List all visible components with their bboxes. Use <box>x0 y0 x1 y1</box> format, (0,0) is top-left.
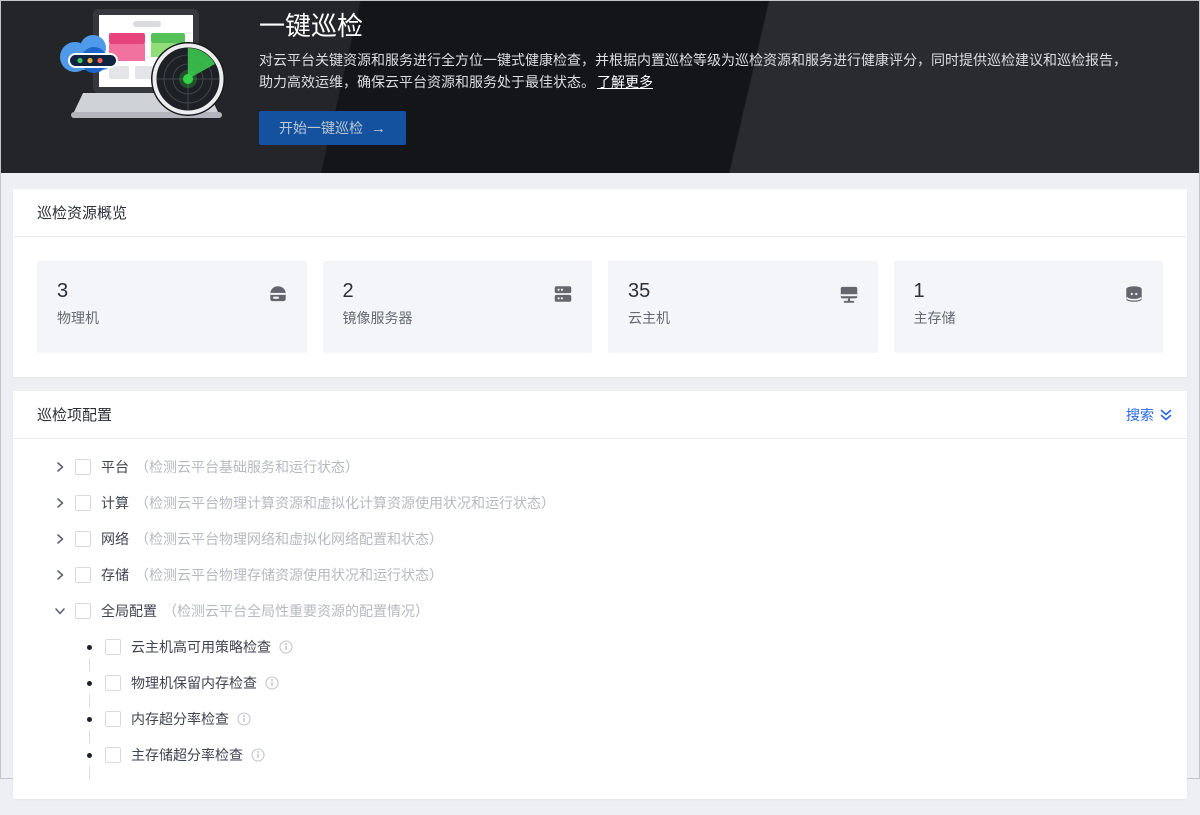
group-label: 平台 <box>101 457 129 477</box>
info-icon[interactable] <box>279 640 293 654</box>
start-inspection-button[interactable]: 开始一键巡检 → <box>259 111 406 145</box>
laptop-radar-cloud-illustration <box>53 3 243 131</box>
item-checkbox[interactable] <box>105 747 121 763</box>
tree-group-network: 网络 （检测云平台物理网络和虚拟化网络配置和状态） <box>13 521 1163 557</box>
stat-card-cloud-host: 35 云主机 <box>608 261 878 353</box>
group-checkbox[interactable] <box>75 567 91 583</box>
group-description: （检测云平台基础服务和运行状态） <box>135 457 359 477</box>
item-label: 主存储超分率检查 <box>131 745 243 765</box>
stat-label: 云主机 <box>628 308 858 328</box>
group-label: 存储 <box>101 565 129 585</box>
learn-more-link[interactable]: 了解更多 <box>597 74 653 90</box>
tree-item-primary-storage-overcommit-check: 主存储超分率检查 <box>13 737 1163 773</box>
group-label: 计算 <box>101 493 129 513</box>
stat-label: 物理机 <box>57 308 287 328</box>
stat-label: 镜像服务器 <box>343 308 573 328</box>
bullet-icon <box>87 717 92 722</box>
group-checkbox[interactable] <box>75 603 91 619</box>
item-checkbox[interactable] <box>105 711 121 727</box>
hero-description: 对云平台关键资源和服务进行全方位一键式健康检查，并根据内置巡检等级为巡检资源和服… <box>259 49 1137 93</box>
stat-card-image-server: 2 镜像服务器 <box>323 261 593 353</box>
double-chevron-down-icon <box>1159 408 1173 422</box>
tree-group-global-config: 全局配置 （检测云平台全局性重要资源的配置情况） <box>13 593 1163 629</box>
hero-description-text: 对云平台关键资源和服务进行全方位一键式健康检查，并根据内置巡检等级为巡检资源和服… <box>259 52 1127 90</box>
info-icon[interactable] <box>265 676 279 690</box>
stat-card-physical-machine: 3 物理机 <box>37 261 307 353</box>
stat-value: 35 <box>628 278 858 304</box>
info-icon[interactable] <box>251 748 265 762</box>
group-description: （检测云平台全局性重要资源的配置情况） <box>163 601 429 621</box>
tree-item-vm-ha-policy-check: 云主机高可用策略检查 <box>13 629 1163 665</box>
group-description: （检测云平台物理存储资源使用状况和运行状态） <box>135 565 443 585</box>
inspection-tree: 平台 （检测云平台基础服务和运行状态） 计算 （检测云平台物理计算资源和虚拟化计… <box>13 439 1187 799</box>
chevron-right-icon[interactable] <box>53 496 67 510</box>
inspection-config-header: 巡检项配置 搜索 <box>13 391 1187 439</box>
inspection-config-title: 巡检项配置 <box>37 404 112 425</box>
group-label: 网络 <box>101 529 129 549</box>
cloud-host-icon <box>838 283 860 305</box>
chevron-right-icon[interactable] <box>53 460 67 474</box>
stat-card-primary-storage: 1 主存储 <box>894 261 1164 353</box>
page-body: 巡检资源概览 3 物理机 2 镜像服务器 35 云主机 <box>1 173 1199 815</box>
chevron-right-icon[interactable] <box>53 568 67 582</box>
tree-item-memory-overcommit-check: 内存超分率检查 <box>13 701 1163 737</box>
bullet-icon <box>87 645 92 650</box>
item-label: 云主机高可用策略检查 <box>131 637 271 657</box>
chevron-down-icon[interactable] <box>53 604 67 618</box>
stat-value: 3 <box>57 278 287 304</box>
stat-value: 2 <box>343 278 573 304</box>
stat-label: 主存储 <box>914 308 1144 328</box>
page-title: 一键巡检 <box>259 9 1159 43</box>
group-description: （检测云平台物理网络和虚拟化网络配置和状态） <box>135 529 443 549</box>
physical-machine-icon <box>267 283 289 305</box>
tree-group-storage: 存储 （检测云平台物理存储资源使用状况和运行状态） <box>13 557 1163 593</box>
bullet-icon <box>87 753 92 758</box>
item-label: 物理机保留内存检查 <box>131 673 257 693</box>
item-label: 内存超分率检查 <box>131 709 229 729</box>
group-description: （检测云平台物理计算资源和虚拟化计算资源使用状况和运行状态） <box>135 493 555 513</box>
group-label: 全局配置 <box>101 601 157 621</box>
item-checkbox[interactable] <box>105 675 121 691</box>
inspection-config-card: 巡检项配置 搜索 平台 （检测云平台基础服务和运行状态） 计算 （检测云平台物理… <box>13 391 1187 799</box>
tree-group-platform: 平台 （检测云平台基础服务和运行状态） <box>13 449 1163 485</box>
group-checkbox[interactable] <box>75 531 91 547</box>
group-checkbox[interactable] <box>75 459 91 475</box>
hero-banner: 一键巡检 对云平台关键资源和服务进行全方位一键式健康检查，并根据内置巡检等级为巡… <box>1 1 1199 173</box>
image-server-icon <box>552 283 574 305</box>
group-checkbox[interactable] <box>75 495 91 511</box>
item-checkbox[interactable] <box>105 639 121 655</box>
stat-value: 1 <box>914 278 1144 304</box>
search-toggle-label: 搜索 <box>1126 405 1154 425</box>
resource-overview-title: 巡检资源概览 <box>37 202 127 223</box>
search-toggle-link[interactable]: 搜索 <box>1126 405 1173 425</box>
start-inspection-button-label: 开始一键巡检 <box>279 118 363 138</box>
tree-item-host-reserved-memory-check: 物理机保留内存检查 <box>13 665 1163 701</box>
resource-overview-card: 巡检资源概览 3 物理机 2 镜像服务器 35 云主机 <box>13 189 1187 377</box>
arrow-right-icon: → <box>371 121 386 136</box>
bullet-icon <box>87 681 92 686</box>
stat-row: 3 物理机 2 镜像服务器 35 云主机 <box>13 237 1187 377</box>
resource-overview-header: 巡检资源概览 <box>13 189 1187 237</box>
info-icon[interactable] <box>237 712 251 726</box>
chevron-right-icon[interactable] <box>53 532 67 546</box>
primary-storage-icon <box>1123 283 1145 305</box>
tree-group-compute: 计算 （检测云平台物理计算资源和虚拟化计算资源使用状况和运行状态） <box>13 485 1163 521</box>
